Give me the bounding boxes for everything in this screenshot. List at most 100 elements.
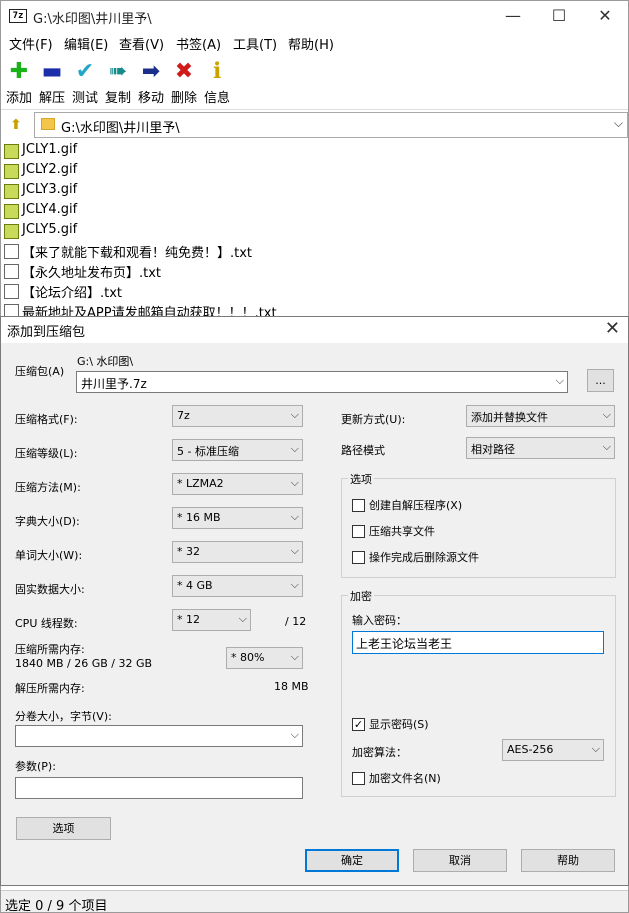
path-mode-select[interactable]: 相对路径 ⌵: [466, 437, 615, 459]
format-label: 压缩格式(F):: [15, 413, 78, 426]
plus-icon: ✚: [9, 59, 29, 84]
info-icon: ℹ: [212, 59, 222, 84]
file-row[interactable]: 【永久地址发布页】.txt: [1, 261, 621, 281]
delete-source-checkbox[interactable]: 操作完成后删除源文件: [352, 549, 479, 565]
password-input[interactable]: 上老王论坛当老王: [352, 631, 604, 654]
method-label: 压缩方法(M):: [15, 481, 81, 494]
menu-tools[interactable]: 工具(T): [233, 34, 277, 53]
close-button[interactable]: ✕: [582, 1, 628, 31]
info-button[interactable]: ℹ 信息: [199, 59, 235, 106]
delete-icon: ✖: [174, 59, 194, 84]
txt-file-icon: [4, 264, 19, 279]
extract-label: 解压: [38, 91, 65, 106]
file-name: 最新地址及APP请发邮箱自动获取！！！.txt: [22, 306, 277, 317]
chevron-down-icon: ⌵: [238, 612, 247, 625]
checkbox-box: [352, 498, 365, 512]
file-row[interactable]: 【来了就能下载和观看！纯免费！】.txt: [1, 241, 621, 261]
sfx-label: 创建自解压程序(X): [369, 499, 463, 512]
format-select[interactable]: 7z ⌵: [172, 405, 303, 427]
split-combobox[interactable]: ⌵: [15, 725, 303, 747]
delete-label: 删除: [170, 91, 197, 106]
file-row[interactable]: 【论坛介绍】.txt: [1, 281, 621, 301]
checkbox-box: [352, 550, 365, 564]
enc-method-select[interactable]: AES-256 ⌵: [502, 739, 604, 761]
help-button[interactable]: 帮助: [521, 849, 615, 872]
ok-button[interactable]: 确定: [305, 849, 399, 872]
file-row[interactable]: JCLY1.gif: [1, 141, 621, 161]
file-name: JCLY4.gif: [22, 202, 78, 217]
maximize-button[interactable]: ☐: [536, 1, 582, 31]
test-button[interactable]: ✔ 测试: [67, 59, 103, 106]
up-folder-icon[interactable]: ⬆: [5, 114, 27, 136]
chevron-down-icon: ⌵: [290, 650, 299, 663]
encryption-group-title: 加密: [348, 588, 374, 604]
path-mode-value: 相对路径: [471, 443, 515, 456]
mem-value: 1840 MB / 26 GB / 32 GB: [15, 657, 153, 670]
method-select[interactable]: * LZMA2 ⌵: [172, 473, 303, 495]
menu-view[interactable]: 查看(V): [119, 34, 164, 53]
browse-button[interactable]: ...: [587, 369, 614, 392]
method-value: * LZMA2: [177, 477, 224, 490]
solid-select[interactable]: * 4 GB ⌵: [172, 575, 303, 597]
mem-percent-select[interactable]: * 80% ⌵: [226, 647, 303, 669]
copy-button[interactable]: ➠ 复制: [100, 59, 136, 106]
path-combobox[interactable]: G:\水印图\井川里予\ ⌵: [34, 112, 628, 138]
options-group: 选项 创建自解压程序(X) 压缩共享文件 操作完成后删除源文件: [341, 471, 616, 578]
chevron-down-icon: ⌵: [290, 476, 299, 489]
minimize-button[interactable]: —: [490, 1, 536, 31]
add-label: 添加: [5, 91, 32, 106]
password-label: 输入密码：: [352, 614, 407, 627]
extract-button[interactable]: ▬ 解压: [34, 59, 70, 106]
dialog-close-icon[interactable]: ✕: [605, 318, 620, 339]
add-button[interactable]: ✚ 添加: [1, 59, 37, 106]
file-row[interactable]: 最新地址及APP请发邮箱自动获取！！！.txt: [1, 301, 621, 317]
menu-edit[interactable]: 编辑(E): [64, 34, 108, 53]
level-select[interactable]: 5 - 标准压缩 ⌵: [172, 439, 303, 461]
cpu-label: CPU 线程数:: [15, 617, 78, 630]
word-select[interactable]: * 32 ⌵: [172, 541, 303, 563]
options-button[interactable]: 选项: [16, 817, 111, 840]
info-label: 信息: [203, 91, 230, 106]
file-list[interactable]: JCLY1.gif JCLY2.gif JCLY3.gif JCLY4.gif …: [1, 141, 628, 317]
cpu-value: * 12: [177, 613, 200, 626]
params-label: 参数(P):: [15, 760, 56, 773]
file-name: 【来了就能下载和观看！纯免费！】.txt: [22, 246, 253, 261]
file-row[interactable]: JCLY2.gif: [1, 161, 621, 181]
params-input[interactable]: [15, 777, 303, 799]
file-name: JCLY1.gif: [22, 142, 78, 157]
update-select[interactable]: 添加并替换文件 ⌵: [466, 405, 615, 427]
solid-value: * 4 GB: [177, 579, 213, 592]
menu-file[interactable]: 文件(F): [9, 34, 53, 53]
word-label: 单词大小(W):: [15, 549, 83, 562]
menu-bookmarks[interactable]: 书签(A): [176, 34, 221, 53]
chevron-down-icon[interactable]: ⌵: [614, 116, 623, 131]
level-label: 压缩等级(L):: [15, 447, 78, 460]
file-row[interactable]: JCLY5.gif: [1, 221, 621, 241]
encrypt-names-checkbox[interactable]: 加密文件名(N): [352, 770, 441, 786]
gif-file-icon: [4, 144, 19, 159]
gif-file-icon: [4, 224, 19, 239]
chevron-down-icon[interactable]: ⌵: [291, 728, 299, 742]
options-group-title: 选项: [348, 471, 374, 487]
sfx-checkbox[interactable]: 创建自解压程序(X): [352, 497, 462, 513]
move-button[interactable]: ➡ 移动: [133, 59, 169, 106]
gif-file-icon: [4, 184, 19, 199]
copy-label: 复制: [104, 91, 131, 106]
cpu-select[interactable]: * 12 ⌵: [172, 609, 251, 631]
file-name: 【永久地址发布页】.txt: [22, 266, 162, 281]
archive-name-combobox[interactable]: 井川里予.7z ⌵: [76, 371, 568, 393]
chevron-down-icon[interactable]: ⌵: [556, 374, 564, 388]
file-row[interactable]: JCLY4.gif: [1, 201, 621, 221]
checkbox-box: [352, 771, 365, 785]
menu-help[interactable]: 帮助(H): [288, 34, 334, 53]
delete-source-label: 操作完成后删除源文件: [369, 551, 479, 564]
cancel-button[interactable]: 取消: [413, 849, 507, 872]
shared-files-checkbox[interactable]: 压缩共享文件: [352, 523, 435, 539]
delete-button[interactable]: ✖ 删除: [166, 59, 202, 106]
dict-select[interactable]: * 16 MB ⌵: [172, 507, 303, 529]
update-value: 添加并替换文件: [471, 411, 548, 424]
show-password-checkbox[interactable]: ✓ 显示密码(S): [352, 716, 429, 732]
file-row[interactable]: JCLY3.gif: [1, 181, 621, 201]
menu-bar: 文件(F) 编辑(E) 查看(V) 书签(A) 工具(T) 帮助(H): [1, 31, 628, 53]
dict-label: 字典大小(D):: [15, 515, 80, 528]
